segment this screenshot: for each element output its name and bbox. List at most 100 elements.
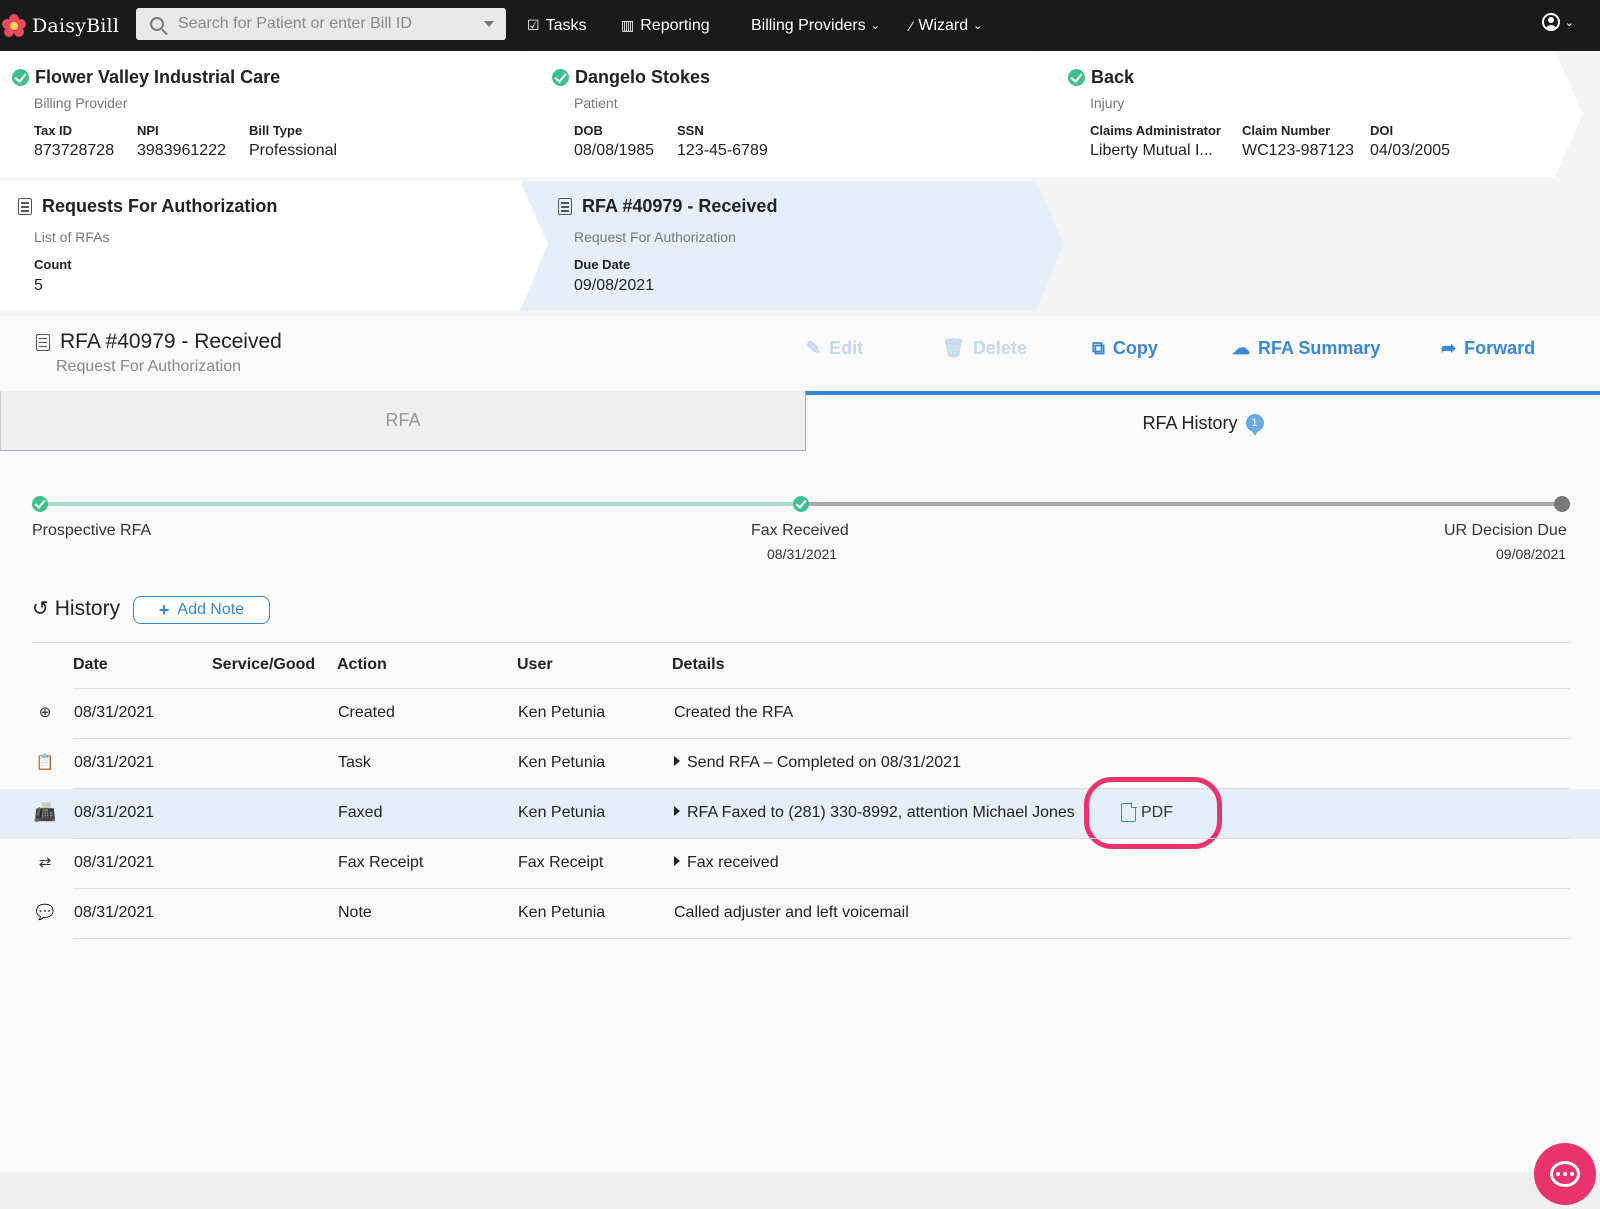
field-label: Claims Administrator xyxy=(1090,123,1221,138)
add-note-label: Add Note xyxy=(177,601,245,618)
column-header: Details xyxy=(672,656,725,673)
footer-strip xyxy=(0,1172,1600,1209)
row-date: 08/31/2021 xyxy=(74,854,155,871)
timeline-step-done-icon xyxy=(32,496,48,512)
rfa-current-title: RFA #40979 - Received xyxy=(582,196,778,216)
field-value: Liberty Mutual I... xyxy=(1090,142,1213,159)
table-row: ⊕ 08/31/2021 Created Ken Petunia Created… xyxy=(0,689,1600,739)
nav-reporting-label: Reporting xyxy=(640,16,710,34)
rfa-list-title: Requests For Authorization xyxy=(42,196,278,216)
edit-button[interactable]: ✎ Edit xyxy=(806,338,863,359)
document-icon xyxy=(558,198,572,215)
nav-billing-providers[interactable]: Billing Providers ⌄ xyxy=(751,0,880,51)
caret-right-icon xyxy=(674,756,680,766)
forward-label: Forward xyxy=(1464,338,1536,358)
crumb-title: RFA #40979 - Received xyxy=(558,196,777,217)
chat-support-button[interactable] xyxy=(1534,1143,1596,1205)
tab-rfa-history-label: RFA History xyxy=(1142,412,1238,433)
field-label: Bill Type xyxy=(249,123,303,138)
add-note-button[interactable]: + Add Note xyxy=(133,596,270,624)
column-header: Date xyxy=(73,656,108,673)
search-input[interactable] xyxy=(178,15,468,33)
nav-tasks[interactable]: ☑ Tasks xyxy=(527,0,586,51)
copy-button[interactable]: ⧉ Copy xyxy=(1092,338,1158,359)
breadcrumb-injury[interactable]: Back Injury Claims Administrator Liberty… xyxy=(1036,51,1556,177)
row-details: Fax received xyxy=(687,854,779,871)
rfa-summary-label: RFA Summary xyxy=(1258,338,1381,358)
field-value: WC123-987123 xyxy=(1242,142,1355,159)
daisy-flower-icon xyxy=(2,13,26,38)
nav-wizard-label: Wizard xyxy=(918,16,969,34)
field-value: 08/08/1985 xyxy=(574,142,655,159)
breadcrumb-patient[interactable]: Dangelo Stokes Patient DOB 08/08/1985 SS… xyxy=(520,51,1036,177)
transfer-icon: ⇄ xyxy=(38,854,52,871)
tab-rfa[interactable]: RFA xyxy=(0,391,805,451)
check-circle-icon xyxy=(552,69,569,86)
history-count-badge: 1 xyxy=(1245,414,1264,436)
chevron-down-icon: ⌄ xyxy=(870,20,880,32)
page-subtitle: Request For Authorization xyxy=(56,358,241,375)
chat-bubble-icon xyxy=(1550,1161,1580,1187)
timeline-step-done-icon xyxy=(793,496,809,512)
rfa-summary-button[interactable]: ☁ RFA Summary xyxy=(1232,338,1380,359)
timeline-step-pending-icon xyxy=(1554,496,1570,512)
comment-icon: 💬 xyxy=(35,904,55,921)
crumb-title: Requests For Authorization xyxy=(18,196,277,217)
nav-reporting[interactable]: ▥ Reporting xyxy=(621,0,710,51)
user-menu[interactable]: ⌄ xyxy=(1541,13,1574,31)
edit-label: Edit xyxy=(829,338,864,358)
brand-logo[interactable]: DaisyBill xyxy=(2,13,127,38)
row-details-toggle[interactable]: Fax received xyxy=(674,854,779,872)
field-label: DOB xyxy=(574,123,603,138)
clipboard-icon: 📋 xyxy=(35,754,55,771)
cloud-download-icon: ☁ xyxy=(1232,338,1250,358)
forward-button[interactable]: ➦ Forward xyxy=(1441,338,1535,359)
user-avatar-icon xyxy=(1541,13,1560,31)
tab-rfa-history[interactable]: RFA History 1 xyxy=(805,391,1600,451)
chevron-down-icon: ⌄ xyxy=(1564,16,1574,29)
plus-circle-icon: ⊕ xyxy=(38,704,52,721)
crumb-subtitle: Patient xyxy=(574,95,618,111)
timeline-progress-done xyxy=(40,502,802,506)
row-details-toggle[interactable]: RFA Faxed to (281) 330-8992, attention M… xyxy=(674,804,1075,822)
check-circle-icon xyxy=(1068,69,1085,86)
field-label: Tax ID xyxy=(34,123,73,138)
row-details: RFA Faxed to (281) 330-8992, attention M… xyxy=(687,804,1075,821)
timeline-date: 08/31/2021 xyxy=(767,546,838,562)
row-details-toggle[interactable]: Send RFA – Completed on 08/31/2021 xyxy=(674,754,961,772)
search-box[interactable] xyxy=(136,8,506,40)
brand-name: DaisyBill xyxy=(32,14,120,37)
field-label: Due Date xyxy=(574,257,631,272)
breadcrumb-rfa-current[interactable]: RFA #40979 - Received Request For Author… xyxy=(520,181,1036,311)
chevron-down-icon: ⌄ xyxy=(973,20,983,32)
tab-rfa-label: RFA xyxy=(385,410,421,430)
main-content: RFA #40979 - Received Request For Author… xyxy=(0,316,1600,1172)
crumb-subtitle: Injury xyxy=(1090,95,1125,111)
field-label: DOI xyxy=(1370,123,1394,138)
nav-wizard[interactable]: ⁄ Wizard ⌄ xyxy=(910,0,982,51)
page-title: RFA #40979 - Received xyxy=(36,330,282,354)
page-title-text: RFA #40979 - Received xyxy=(60,330,282,353)
field-value: 5 xyxy=(34,277,43,294)
row-date: 08/31/2021 xyxy=(74,804,155,821)
timeline-date: 09/08/2021 xyxy=(1496,546,1567,562)
row-user: Ken Petunia xyxy=(518,754,606,771)
injury-name: Back xyxy=(1091,67,1135,87)
history-title: History xyxy=(54,596,121,620)
timeline-label: UR Decision Due xyxy=(1444,522,1567,539)
row-details: Called adjuster and left voicemail xyxy=(674,904,909,921)
row-details: Send RFA – Completed on 08/31/2021 xyxy=(687,754,961,771)
copy-icon: ⧉ xyxy=(1092,338,1105,358)
check-circle-icon xyxy=(12,69,29,86)
breadcrumb-rfa-list[interactable]: Requests For Authorization List of RFAs … xyxy=(0,181,520,311)
search-dropdown-caret-icon[interactable] xyxy=(484,21,494,27)
timeline-label: Fax Received xyxy=(751,522,849,539)
delete-button[interactable]: 🗑 Delete xyxy=(942,338,1027,359)
field-value: Professional xyxy=(249,142,338,159)
fax-icon: 📠 xyxy=(33,801,57,822)
row-action: Task xyxy=(338,754,371,771)
plus-icon: + xyxy=(158,599,170,620)
row-user: Fax Receipt xyxy=(518,854,604,871)
breadcrumb-billing-provider[interactable]: Flower Valley Industrial Care Billing Pr… xyxy=(0,51,520,177)
field-value: 04/03/2005 xyxy=(1370,142,1451,159)
